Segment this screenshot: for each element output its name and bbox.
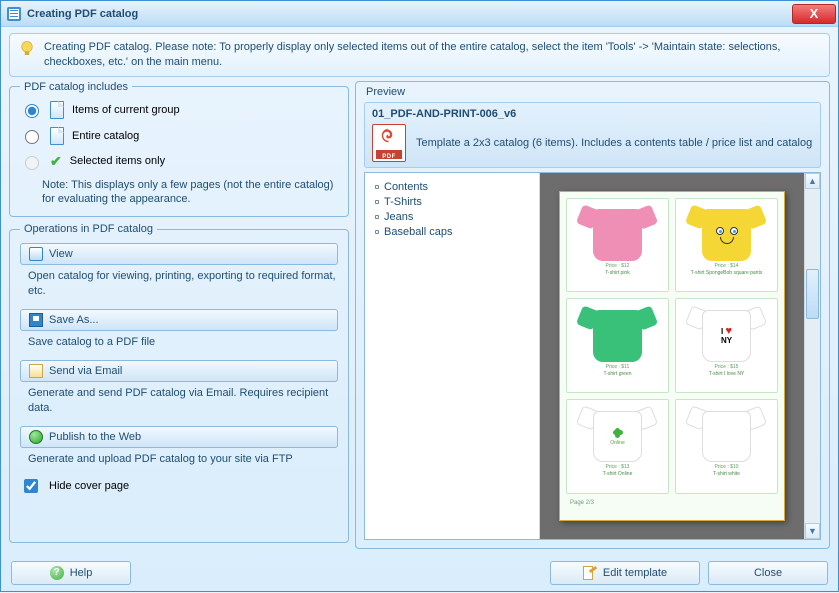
preview-panel: Preview 01_PDF-AND-PRINT-006_v6 Template… bbox=[355, 81, 830, 549]
document-icon bbox=[50, 127, 64, 145]
includes-note: Note: This displays only a few pages (no… bbox=[42, 178, 338, 207]
close-button[interactable]: Close bbox=[708, 561, 828, 585]
mail-icon bbox=[29, 364, 43, 378]
window-title: Creating PDF catalog bbox=[27, 8, 792, 20]
includes-legend: PDF catalog includes bbox=[20, 81, 132, 93]
toc-item[interactable]: Jeans bbox=[375, 211, 529, 223]
scroll-thumb[interactable] bbox=[806, 269, 819, 319]
hide-cover-label: Hide cover page bbox=[49, 480, 129, 492]
scroll-up-button[interactable]: ▲ bbox=[805, 173, 820, 189]
help-button-label: Help bbox=[70, 567, 93, 579]
scroll-down-button[interactable]: ▼ bbox=[805, 523, 820, 539]
catalog-card: I ♥NY Price : $15 T-shirt I love NY bbox=[675, 298, 778, 393]
help-icon: ? bbox=[50, 566, 64, 580]
radio-current-group-label: Items of current group bbox=[72, 104, 180, 116]
hide-cover-checkbox[interactable] bbox=[24, 479, 38, 493]
document-icon bbox=[50, 101, 64, 119]
radio-entire-catalog-label: Entire catalog bbox=[72, 130, 139, 142]
template-description: Template a 2x3 catalog (6 items). Includ… bbox=[416, 137, 813, 149]
bottom-button-bar: ? Help Edit template Close bbox=[1, 557, 838, 593]
send-email-button[interactable]: Send via Email bbox=[20, 360, 338, 382]
edit-icon bbox=[583, 566, 597, 580]
preview-legend: Preview bbox=[366, 86, 821, 98]
scroll-track[interactable] bbox=[805, 189, 820, 523]
radio-current-group-input[interactable] bbox=[25, 104, 39, 118]
edit-template-button-label: Edit template bbox=[603, 567, 667, 579]
toc-panel: Contents T-Shirts Jeans Baseball caps bbox=[365, 173, 540, 539]
help-button[interactable]: ? Help bbox=[11, 561, 131, 585]
view-button[interactable]: View bbox=[20, 243, 338, 265]
operations-group: Operations in PDF catalog View Open cata… bbox=[9, 223, 349, 542]
window-close-button[interactable]: X bbox=[792, 4, 836, 24]
radio-entire-catalog-input[interactable] bbox=[25, 130, 39, 144]
dialog-window: Creating PDF catalog X Creating PDF cata… bbox=[0, 0, 839, 592]
page-number: Page 2/3 bbox=[566, 500, 778, 514]
catalog-card: Price : $11 T-shirt green bbox=[566, 298, 669, 393]
close-button-label: Close bbox=[754, 567, 782, 579]
view-desc: Open catalog for viewing, printing, expo… bbox=[28, 269, 338, 299]
toc-item[interactable]: Baseball caps bbox=[375, 226, 529, 238]
template-name: 01_PDF-AND-PRINT-006_v6 bbox=[372, 108, 813, 120]
email-desc: Generate and send PDF catalog via Email.… bbox=[28, 386, 338, 416]
view-icon bbox=[29, 247, 43, 261]
info-text: Creating PDF catalog. Please note: To pr… bbox=[44, 40, 821, 70]
catalog-card: Price : $12 T-shirt pink bbox=[566, 198, 669, 293]
checkmark-icon: ✔ bbox=[50, 153, 62, 170]
toc-item[interactable]: Contents bbox=[375, 181, 529, 193]
page-render-area[interactable]: Price : $12 T-shirt pink Price : $14 T-s… bbox=[540, 173, 804, 539]
publish-desc: Generate and upload PDF catalog to your … bbox=[28, 452, 338, 467]
save-icon bbox=[29, 313, 43, 327]
radio-current-group[interactable]: Items of current group bbox=[20, 101, 338, 119]
radio-selected-items-label: Selected items only bbox=[70, 155, 165, 167]
pdf-icon bbox=[372, 124, 406, 162]
catalog-card: Price : $14 T-shirt SpongeBob square pan… bbox=[675, 198, 778, 293]
radio-selected-items-input[interactable] bbox=[25, 156, 39, 170]
catalog-card: Price : $10 T-shirt white bbox=[675, 399, 778, 494]
hide-cover-checkbox-row[interactable]: Hide cover page bbox=[20, 476, 338, 496]
radio-selected-items[interactable]: ✔ Selected items only bbox=[20, 153, 338, 170]
globe-icon bbox=[29, 430, 43, 444]
edit-template-button[interactable]: Edit template bbox=[550, 561, 700, 585]
catalog-card: Online Price : $13 T-shirt Online bbox=[566, 399, 669, 494]
publish-web-button[interactable]: Publish to the Web bbox=[20, 426, 338, 448]
titlebar: Creating PDF catalog X bbox=[1, 1, 838, 27]
view-button-label: View bbox=[49, 248, 73, 260]
lightbulb-icon bbox=[18, 40, 36, 58]
preview-frame: Contents T-Shirts Jeans Baseball caps Pr… bbox=[364, 172, 821, 540]
save-as-button[interactable]: Save As... bbox=[20, 309, 338, 331]
publish-web-button-label: Publish to the Web bbox=[49, 431, 141, 443]
catalog-page: Price : $12 T-shirt pink Price : $14 T-s… bbox=[559, 191, 785, 521]
save-desc: Save catalog to a PDF file bbox=[28, 335, 338, 350]
toc-item[interactable]: T-Shirts bbox=[375, 196, 529, 208]
preview-scrollbar[interactable]: ▲ ▼ bbox=[804, 173, 820, 539]
send-email-button-label: Send via Email bbox=[49, 365, 122, 377]
app-icon bbox=[7, 7, 21, 21]
operations-legend: Operations in PDF catalog bbox=[20, 223, 157, 235]
radio-entire-catalog[interactable]: Entire catalog bbox=[20, 127, 338, 145]
save-as-button-label: Save As... bbox=[49, 314, 99, 326]
template-header[interactable]: 01_PDF-AND-PRINT-006_v6 Template a 2x3 c… bbox=[364, 102, 821, 168]
info-bar: Creating PDF catalog. Please note: To pr… bbox=[9, 33, 830, 77]
includes-group: PDF catalog includes Items of current gr… bbox=[9, 81, 349, 218]
